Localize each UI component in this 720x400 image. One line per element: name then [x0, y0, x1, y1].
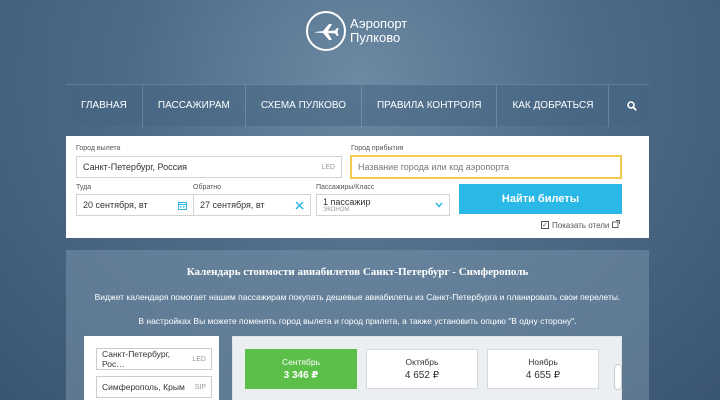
- back-label: Обратно: [193, 184, 222, 191]
- find-tickets-button[interactable]: Найти билеты: [459, 184, 622, 214]
- logo[interactable]: Аэропорт Пулково: [306, 8, 416, 54]
- plane-icon: [306, 11, 346, 51]
- calendar-route-panel: Санкт-Петербург, Рос… LED Симферополь, К…: [84, 336, 219, 400]
- calendar-to-value: Симферополь, Крым: [102, 382, 185, 392]
- flight-search-form: Город вылета Санкт-Петербург, Россия LED…: [66, 136, 649, 238]
- pax-value: 1 пассажир: [323, 196, 371, 207]
- back-date-field[interactable]: 27 сентября, вт: [193, 194, 311, 216]
- departure-field[interactable]: Санкт-Петербург, Россия LED: [76, 156, 342, 178]
- chevron-down-icon: [435, 202, 443, 208]
- nav-item-home[interactable]: ГЛАВНАЯ: [66, 84, 143, 127]
- pax-label: Пассажиры/Класс: [316, 184, 375, 191]
- there-label: Туда: [76, 184, 92, 191]
- month-price: 3 346 ₽: [283, 370, 319, 381]
- month-november[interactable]: Ноябрь 4 655 ₽: [487, 349, 599, 389]
- clear-icon[interactable]: [295, 200, 304, 210]
- nav-item-passengers[interactable]: ПАССАЖИРАМ: [143, 84, 246, 127]
- month-price: 4 652 ₽: [404, 370, 440, 381]
- external-link-icon: [612, 220, 621, 230]
- arrival-field[interactable]: [350, 155, 622, 179]
- logo-line-2: Пулково: [350, 30, 401, 45]
- nav-item-rules[interactable]: ПРАВИЛА КОНТРОЛЯ: [362, 84, 498, 127]
- month-name: Ноябрь: [528, 357, 558, 367]
- month-price: 4 655 ₽: [525, 370, 561, 381]
- departure-code: LED: [321, 163, 335, 171]
- month-name: Сентябрь: [281, 357, 321, 367]
- calendar-settings-note: В настройках Вы можете поменять город вы…: [138, 316, 577, 326]
- calendar-from-field[interactable]: Санкт-Петербург, Рос… LED: [96, 348, 212, 370]
- calendar-from-value: Санкт-Петербург, Рос…: [102, 349, 170, 369]
- nav-item-directions[interactable]: КАК ДОБРАТЬСЯ: [497, 84, 610, 127]
- logo-text: Аэропорт Пулково: [350, 17, 407, 45]
- show-hotels[interactable]: ✓ Показать отели: [541, 220, 621, 230]
- month-october[interactable]: Октябрь 4 652 ₽: [366, 349, 478, 389]
- calendar-title: Календарь стоимости авиабилетов Санкт-Пе…: [186, 266, 529, 278]
- calendar-to-code: SIP: [194, 383, 206, 391]
- search-icon[interactable]: [609, 85, 655, 127]
- calendar-from-code: LED: [192, 355, 206, 363]
- month-september[interactable]: Сентябрь 3 346 ₽: [245, 349, 357, 389]
- scroll-handle[interactable]: [614, 364, 622, 390]
- calendar-icon[interactable]: [178, 201, 187, 210]
- nav-item-map[interactable]: СХЕМА ПУЛКОВО: [246, 84, 362, 127]
- back-date-value: 27 сентября, вт: [200, 200, 265, 210]
- there-date-value: 20 сентября, вт: [83, 200, 148, 210]
- pax-class: ЭКОНОМ: [323, 206, 350, 213]
- arrival-label: Город прибытия: [351, 145, 404, 152]
- arrival-input[interactable]: [358, 162, 614, 172]
- there-date-field[interactable]: 20 сентября, вт: [76, 194, 194, 216]
- departure-value: Санкт-Петербург, Россия: [83, 162, 188, 172]
- departure-label: Город вылета: [76, 145, 121, 152]
- logo-line-1: Аэропорт: [350, 16, 408, 31]
- month-name: Октябрь: [405, 357, 439, 367]
- show-hotels-checkbox[interactable]: ✓: [541, 221, 549, 229]
- show-hotels-label: Показать отели: [552, 220, 610, 230]
- calendar-to-field[interactable]: Симферополь, Крым SIP: [96, 376, 212, 398]
- pax-select[interactable]: 1 пассажир ЭКОНОМ: [316, 194, 450, 216]
- price-calendar-widget: Календарь стоимости авиабилетов Санкт-Пе…: [66, 250, 649, 400]
- calendar-months: Сентябрь 3 346 ₽ Октябрь 4 652 ₽ Ноябрь …: [232, 336, 622, 400]
- main-nav: ГЛАВНАЯ ПАССАЖИРАМ СХЕМА ПУЛКОВО ПРАВИЛА…: [66, 84, 649, 127]
- calendar-description: Виджет календаря помогает нашим пассажир…: [94, 292, 621, 302]
